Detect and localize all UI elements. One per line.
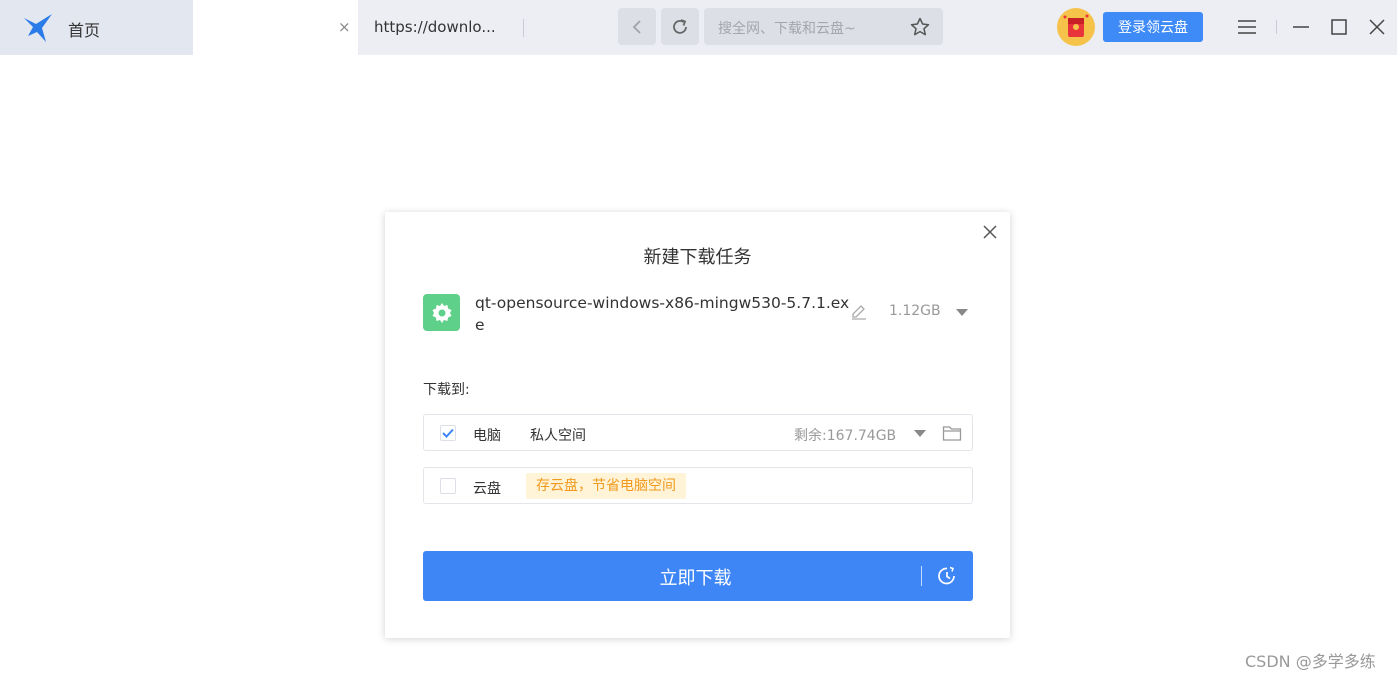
file-type-badge	[423, 294, 460, 331]
cloud-checkbox[interactable]	[440, 478, 456, 494]
window-close-button[interactable]	[1364, 14, 1390, 40]
menu-icon	[1238, 20, 1256, 34]
check-icon	[442, 428, 454, 438]
tab-home-label: 首页	[68, 21, 101, 40]
download-now-label: 立即下载	[659, 568, 732, 589]
pc-space-label: 私人空间	[530, 428, 586, 444]
search-placeholder: 搜全网、下载和云盘~	[718, 21, 856, 37]
minimize-button[interactable]	[1288, 14, 1314, 40]
save-to-label: 下载到:	[423, 382, 470, 398]
gift-avatar[interactable]	[1057, 8, 1095, 46]
pc-free-space: 剩余:167.74GB	[794, 428, 897, 444]
login-button[interactable]: 登录领云盘	[1103, 12, 1203, 42]
pc-checkbox[interactable]	[440, 425, 456, 441]
tab-close-icon[interactable]: ×	[338, 18, 351, 36]
bird-logo-icon	[24, 14, 52, 42]
save-location-cloud[interactable]: 云盘 存云盘，节省电脑空间	[423, 467, 973, 504]
folder-icon[interactable]	[942, 424, 962, 442]
edit-icon[interactable]	[850, 303, 868, 321]
tab-separator	[523, 19, 524, 37]
toolbar-divider	[1276, 20, 1277, 34]
tab-active[interactable]: ×	[193, 0, 358, 55]
tab-home[interactable]: 首页	[0, 0, 193, 55]
file-size: 1.12GB	[889, 303, 941, 319]
back-icon	[632, 19, 641, 34]
maximize-icon	[1331, 19, 1347, 35]
new-download-dialog: 新建下载任务 qt-opensource-windows-x86-mingw53…	[385, 212, 1010, 638]
gear-icon	[432, 302, 451, 323]
gift-icon	[1063, 14, 1089, 37]
star-icon[interactable]	[909, 16, 931, 38]
refresh-button[interactable]	[661, 8, 699, 45]
cloud-promo-badge: 存云盘，节省电脑空间	[526, 473, 686, 499]
menu-button[interactable]	[1234, 14, 1260, 40]
caret-down-icon[interactable]	[955, 308, 969, 318]
watermark: CSDN @多学多练	[1245, 652, 1376, 671]
dialog-title: 新建下载任务	[643, 247, 752, 268]
pc-label: 电脑	[473, 428, 501, 444]
dialog-close-icon[interactable]	[982, 224, 998, 240]
tab-download[interactable]: https://downlo...	[358, 0, 524, 55]
back-button[interactable]	[618, 8, 656, 45]
button-separator	[921, 566, 922, 586]
file-name: qt-opensource-windows-x86-mingw530-5.7.1…	[475, 294, 850, 334]
caret-down-icon[interactable]	[913, 429, 927, 439]
maximize-button[interactable]	[1326, 14, 1352, 40]
download-now-button[interactable]: 立即下载	[423, 551, 973, 601]
close-icon	[1369, 19, 1385, 35]
refresh-icon	[673, 18, 687, 34]
tab-url-label: https://downlo...	[374, 18, 496, 36]
cloud-label: 云盘	[473, 481, 501, 497]
title-bar: 首页 × https://downlo... 搜全网、下载和云盘~ 登录领云盘	[0, 0, 1397, 55]
search-bar[interactable]: 搜全网、下载和云盘~	[704, 8, 943, 45]
clock-icon[interactable]	[936, 565, 958, 587]
save-location-pc[interactable]: 电脑 私人空间 剩余:167.74GB	[423, 414, 973, 451]
minimize-icon	[1293, 26, 1309, 28]
